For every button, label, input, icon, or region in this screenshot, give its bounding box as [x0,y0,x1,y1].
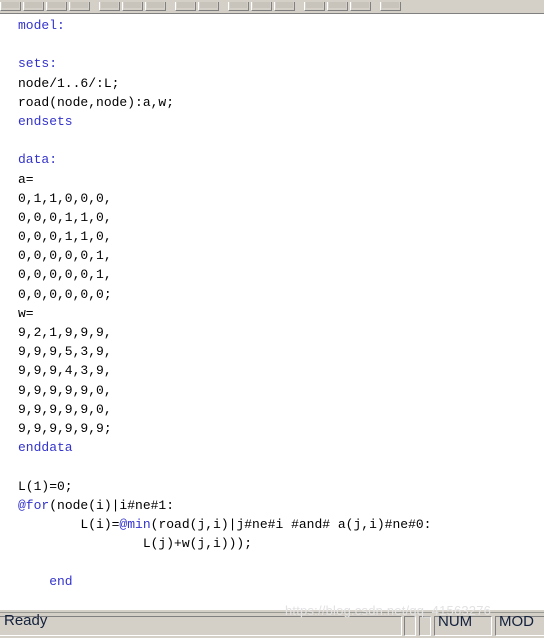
find-button[interactable] [228,2,249,11]
model-source-code[interactable]: model: sets: node/1..6/:L; road(node,node)… [0,14,544,592]
code-text: 9,9,9,9,9,0, [18,401,112,417]
status-panel-main [0,616,402,636]
code-line[interactable]: w= [18,304,544,323]
code-line[interactable]: 0,0,0,1,1,0, [18,227,544,246]
code-line[interactable]: node/1..6/:L; [18,74,544,93]
status-mod-indicator: MOD [499,613,534,630]
code-line[interactable]: end [18,572,544,591]
toolbar-separator [92,2,99,11]
toolbar-separator [168,2,175,11]
code-line[interactable]: L(i)=@min(road(j,i)|j#ne#i #and# a(j,i)#… [18,515,544,534]
save-button[interactable] [46,2,67,11]
toolbar-group-edit [99,0,168,11]
code-keyword: sets: [18,56,58,72]
status-panel-a [404,616,416,636]
code-text: 9,9,9,5,3,9, [18,344,112,360]
code-line[interactable]: enddata [18,438,544,457]
code-text: L(j)+w(j,i))); [18,536,253,552]
code-line[interactable]: 0,0,0,0,0,0; [18,285,544,304]
code-keyword: endsets [18,113,73,129]
toolbar-separator [221,2,228,11]
status-ready-label: Ready [4,612,48,629]
code-line[interactable]: 9,9,9,9,9,0, [18,400,544,419]
open-button[interactable] [23,2,44,11]
code-line[interactable] [18,553,544,572]
options-button[interactable] [350,2,371,11]
code-line[interactable] [18,131,544,150]
code-text: 0,0,0,0,0,1, [18,267,112,283]
code-text: L(i)= [18,516,120,532]
code-line[interactable] [18,457,544,476]
toolbar-group-help [380,0,403,11]
code-text: w= [18,305,34,321]
code-text: (road(j,i)|j#ne#i #and# a(j,i)#ne#0: [150,516,432,532]
goto-button[interactable] [274,2,295,11]
code-line[interactable]: 9,9,9,9,9,9; [18,419,544,438]
code-text: 0,0,0,0,0,1, [18,248,112,264]
code-keyword: enddata [18,440,73,456]
code-text: 0,1,1,0,0,0, [18,190,112,206]
code-line[interactable]: 0,0,0,0,0,1, [18,246,544,265]
paste-button[interactable] [145,2,166,11]
print-button[interactable] [69,2,90,11]
toolbar-group-undo [175,0,221,11]
code-keyword: end [18,574,73,590]
code-line[interactable]: road(node,node):a,w; [18,93,544,112]
code-text: node/1..6/:L; [18,75,120,91]
code-line[interactable] [18,35,544,54]
code-line[interactable]: data: [18,150,544,169]
status-num-indicator: NUM [438,613,473,630]
code-line[interactable]: L(1)=0; [18,477,544,496]
toolbar-group-solve [304,0,373,11]
toolbar-separator [373,2,380,11]
code-line[interactable]: 9,9,9,9,9,0, [18,381,544,400]
help-button[interactable] [380,2,401,11]
code-keyword: model: [18,18,65,33]
lingo-toolbar[interactable] [0,0,544,11]
code-text: 0,0,0,1,1,0, [18,209,112,225]
code-line[interactable]: model: [18,16,544,35]
solution-button[interactable] [327,2,348,11]
copy-button[interactable] [122,2,143,11]
code-text: 0,0,0,0,0,0; [18,286,112,302]
code-text: 0,0,0,1,1,0, [18,229,112,245]
code-line[interactable]: 0,0,0,1,1,0, [18,208,544,227]
code-line[interactable]: sets: [18,54,544,73]
new-button[interactable] [0,2,21,11]
code-text: 9,2,1,9,9,9, [18,325,112,340]
status-panel-b [419,616,431,636]
code-line[interactable]: L(j)+w(j,i))); [18,534,544,553]
code-text: L(1)=0; [18,478,73,494]
toolbar-group-find [228,0,297,11]
code-line[interactable]: endsets [18,112,544,131]
redo-button[interactable] [198,2,219,11]
code-text: (node(i)|i#ne#1: [49,497,175,513]
solve-button[interactable] [304,2,325,11]
undo-button[interactable] [175,2,196,11]
code-text: a= [18,171,34,187]
code-line[interactable]: 9,9,9,5,3,9, [18,342,544,361]
code-line[interactable]: 0,0,0,0,0,1, [18,265,544,284]
code-line[interactable]: @for(node(i)|i#ne#1: [18,496,544,515]
cut-button[interactable] [99,2,120,11]
code-line[interactable]: a= [18,170,544,189]
code-text: 9,9,9,9,9,0, [18,382,112,398]
code-keyword: @for [18,497,50,513]
code-line[interactable]: 9,9,9,4,3,9, [18,361,544,380]
toolbar-separator [297,2,304,11]
code-line[interactable]: 0,1,1,0,0,0, [18,189,544,208]
code-text: 9,9,9,4,3,9, [18,363,112,379]
code-text: road(node,node):a,w; [18,94,175,110]
code-line[interactable]: 9,2,1,9,9,9, [18,323,544,342]
toolbar-group-file [0,0,92,11]
code-keyword: data: [18,152,58,168]
code-keyword: @min [119,516,151,532]
model-editor-pane[interactable]: model: sets: node/1..6/:L; road(node,node)… [0,14,544,609]
code-text: 9,9,9,9,9,9; [18,420,112,436]
replace-button[interactable] [251,2,272,11]
